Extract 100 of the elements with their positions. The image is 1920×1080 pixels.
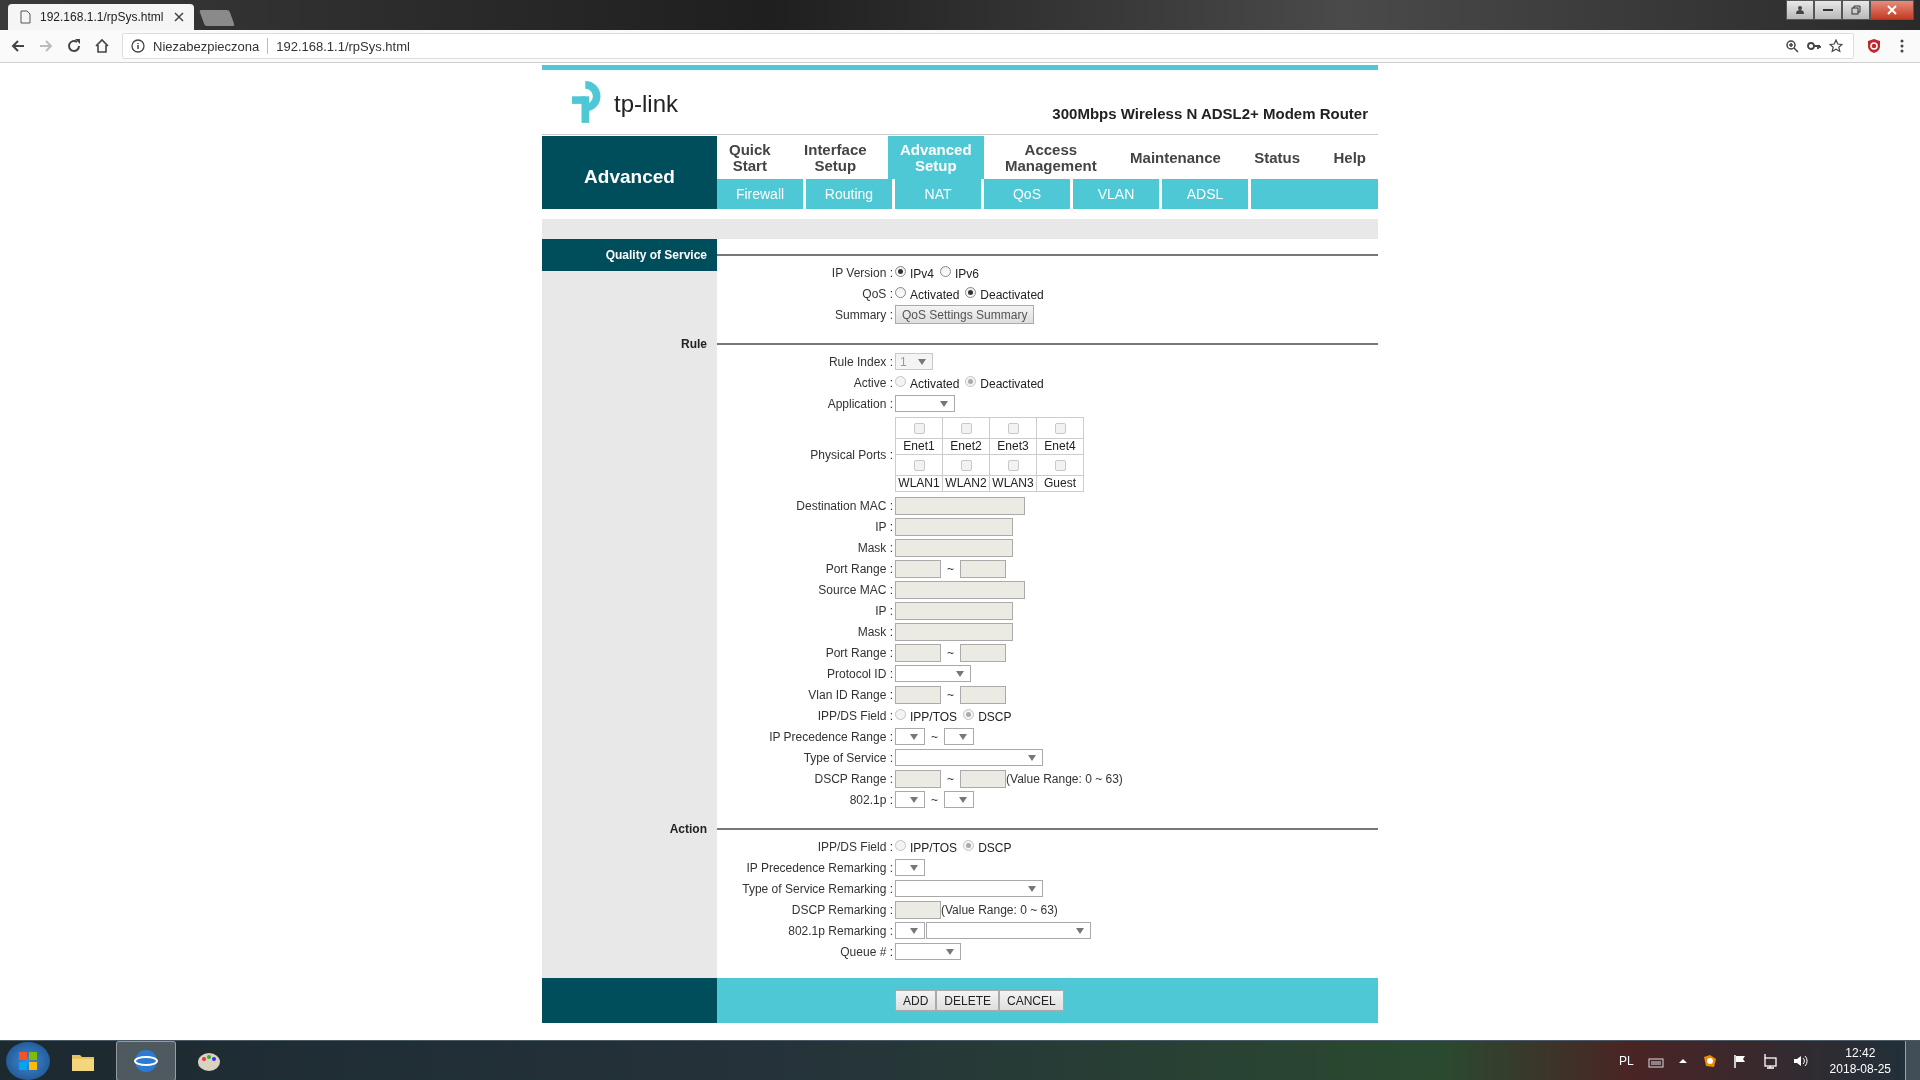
- value-range-note: (Value Range: 0 ~ 63): [941, 902, 1058, 917]
- action-button[interactable]: DELETE: [936, 990, 1000, 1011]
- range-separator: ~: [946, 771, 955, 786]
- network-icon[interactable]: [1761, 1052, 1778, 1069]
- summary-button[interactable]: QoS Settings Summary: [895, 305, 1035, 324]
- dropdown[interactable]: [895, 395, 955, 412]
- dropdown[interactable]: [895, 728, 925, 745]
- dropdown[interactable]: [895, 943, 961, 960]
- start-button[interactable]: [6, 1041, 50, 1080]
- dropdown[interactable]: [944, 791, 974, 808]
- star-icon[interactable]: [1829, 39, 1843, 53]
- port-label: Enet4: [1037, 439, 1083, 454]
- menu-tab[interactable]: Interface Setup: [792, 136, 879, 179]
- field-label: Protocol ID :: [825, 666, 893, 681]
- clock[interactable]: 12:42 2018-08-25: [1829, 1044, 1891, 1077]
- menu-tab[interactable]: Status: [1242, 136, 1313, 179]
- taskbar-app[interactable]: [116, 1040, 176, 1080]
- close-icon: [1887, 5, 1897, 15]
- antivirus-icon[interactable]: [1701, 1052, 1718, 1069]
- reload-icon[interactable]: [66, 38, 82, 54]
- key-icon[interactable]: [1807, 39, 1821, 53]
- dropdown[interactable]: [926, 922, 1091, 939]
- new-tab-button[interactable]: [199, 10, 235, 26]
- user-icon: [1795, 5, 1805, 15]
- input-field[interactable]: [895, 622, 1013, 641]
- radio-button[interactable]: [895, 286, 906, 298]
- dropdown[interactable]: [944, 728, 974, 745]
- forward-icon[interactable]: [38, 38, 54, 54]
- maximize-button[interactable]: [1842, 0, 1870, 20]
- field-label: 802.1p Remarking :: [787, 923, 893, 938]
- field-label: Destination MAC :: [795, 498, 893, 513]
- shield-icon[interactable]: [1866, 38, 1882, 54]
- home-icon[interactable]: [94, 38, 110, 54]
- radio-label: IPP/TOS: [910, 710, 958, 724]
- caret-icon: [910, 927, 918, 934]
- input-field[interactable]: [895, 580, 1025, 599]
- show-desktop-button[interactable]: [1905, 1040, 1920, 1080]
- radio-button[interactable]: [940, 265, 951, 277]
- input-field[interactable]: [960, 769, 1006, 788]
- user-button[interactable]: [1786, 0, 1814, 20]
- input-field[interactable]: [895, 900, 941, 919]
- radio-button[interactable]: [895, 265, 906, 277]
- field-label: Source MAC :: [817, 582, 893, 597]
- page-icon: [18, 10, 32, 24]
- input-field[interactable]: [960, 643, 1006, 662]
- input-field[interactable]: [895, 517, 1013, 536]
- browser-tab[interactable]: 192.168.1.1/rpSys.html: [8, 4, 194, 30]
- flag-icon[interactable]: [1731, 1052, 1748, 1069]
- field-label: IP Version :: [830, 265, 893, 280]
- dropdown[interactable]: [895, 749, 1043, 766]
- menu-tab[interactable]: Quick Start: [717, 136, 783, 179]
- close-icon[interactable]: [174, 12, 184, 22]
- zoom-icon[interactable]: [1785, 39, 1799, 53]
- input-field[interactable]: [960, 559, 1006, 578]
- caret-icon: [1028, 885, 1036, 892]
- tab-title: 192.168.1.1/rpSys.html: [40, 10, 165, 24]
- section-label: Rule: [680, 336, 708, 351]
- minimize-button[interactable]: [1814, 0, 1842, 20]
- dropdown[interactable]: [895, 791, 925, 808]
- input-field[interactable]: [895, 643, 941, 662]
- radio-label: Deactivated: [980, 288, 1044, 302]
- field-label: IP :: [874, 519, 893, 534]
- input-field[interactable]: [895, 685, 941, 704]
- input-field[interactable]: [960, 685, 1006, 704]
- caret-icon: [918, 358, 926, 365]
- caret-icon: [946, 948, 954, 955]
- menu-tab[interactable]: Access Management: [993, 136, 1109, 179]
- input-field[interactable]: [895, 538, 1013, 557]
- restore-icon: [1851, 5, 1861, 15]
- caret-icon: [959, 796, 967, 803]
- dropdown[interactable]: [895, 665, 971, 682]
- radio-button[interactable]: [965, 286, 977, 298]
- menu-tab[interactable]: Maintenance: [1118, 136, 1233, 179]
- port-label: Enet2: [943, 439, 989, 454]
- range-separator: ~: [930, 729, 939, 744]
- back-icon[interactable]: [10, 38, 26, 54]
- language-indicator[interactable]: PL: [1618, 1053, 1634, 1068]
- info-icon: [131, 39, 145, 53]
- field-label: Port Range :: [824, 561, 893, 576]
- field-label: Type of Service :: [802, 750, 893, 765]
- field-label: IPP/DS Field :: [816, 708, 893, 723]
- section-label: Action: [668, 821, 708, 836]
- field-label: IP :: [874, 603, 893, 618]
- menu-tab[interactable]: Help: [1321, 136, 1378, 179]
- dropdown[interactable]: [895, 859, 925, 876]
- input-field[interactable]: [895, 496, 1025, 515]
- input-field[interactable]: [895, 601, 1013, 620]
- action-button[interactable]: CANCEL: [999, 990, 1064, 1011]
- field-label: Mask :: [856, 624, 893, 639]
- input-field[interactable]: [895, 559, 941, 578]
- input-field[interactable]: [895, 769, 941, 788]
- minimize-icon: [1823, 9, 1833, 11]
- action-button[interactable]: ADD: [895, 990, 937, 1011]
- dropdown[interactable]: [895, 922, 925, 939]
- close-window-button[interactable]: [1870, 0, 1914, 20]
- caret-icon: [1076, 927, 1084, 934]
- address-bar[interactable]: Niezabezpieczona 192.168.1.1/rpSys.html: [122, 33, 1854, 59]
- security-label: Niezabezpieczona: [153, 38, 260, 54]
- range-separator: ~: [946, 687, 955, 702]
- dropdown[interactable]: [895, 880, 1043, 897]
